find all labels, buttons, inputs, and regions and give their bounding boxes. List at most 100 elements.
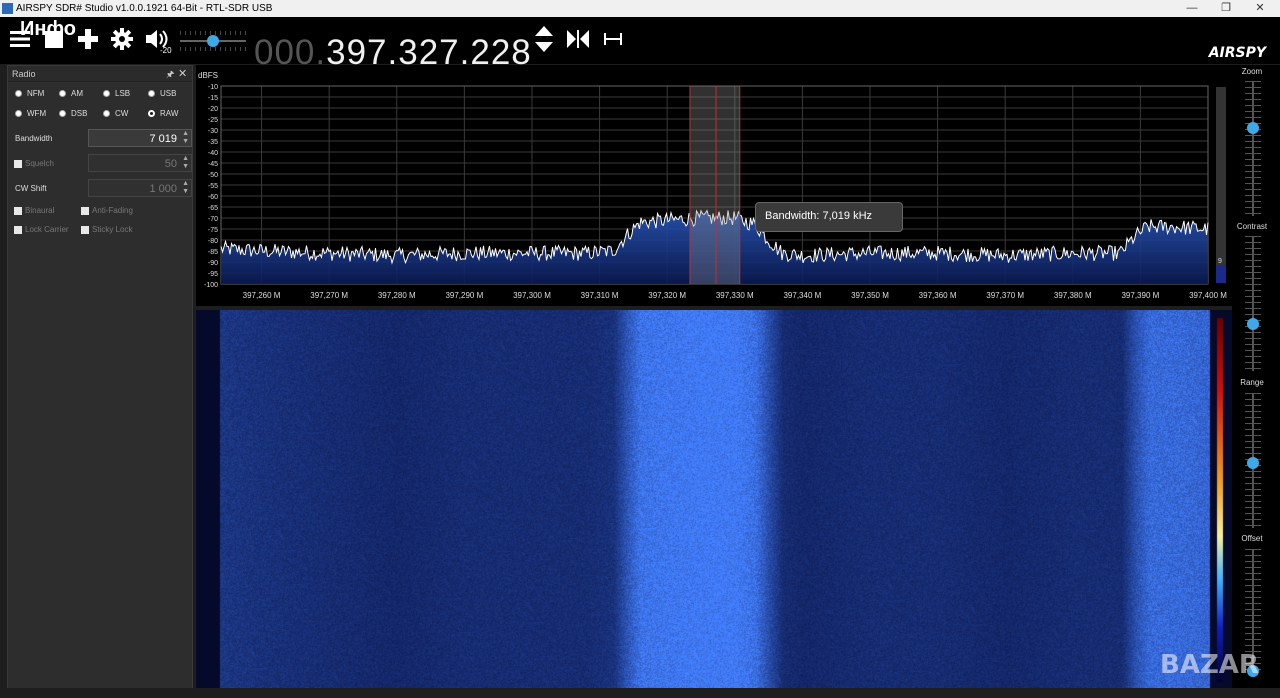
y-tick-label: -25 [208,117,218,124]
contrast-label: Contrast [1236,222,1268,231]
squelch-checkbox-box[interactable] [14,159,22,168]
minimize-button[interactable]: — [1177,0,1207,17]
mode-radio-raw[interactable]: RAW [148,109,178,118]
waterfall-display[interactable] [196,310,1232,688]
mode-radio-cw[interactable]: CW [103,109,128,118]
y-tick-label: -70 [208,216,218,223]
bandwidth-label: Bandwidth [15,134,53,143]
cwshift-value: 1 000 [149,183,177,195]
overlay-text: Инфо [20,18,76,40]
x-tick-label: 397,330 M [716,291,754,300]
maximize-button[interactable]: ❐ [1211,0,1241,17]
span-icon[interactable] [603,23,623,55]
x-tick-label: 397,400 M [1189,291,1227,300]
x-tick-label: 397,300 M [513,291,551,300]
add-icon[interactable] [77,23,99,55]
y-tick-label: -45 [208,161,218,168]
stickylock-label: Sticky Lock [92,225,133,234]
status-bar [0,688,1280,698]
mode-radio-label: NFM [27,89,45,98]
bandwidth-spin-icon[interactable]: ▲ ▼ [182,130,189,146]
center-tuning-icon[interactable] [565,23,591,55]
antifading-checkbox[interactable]: Anti-Fading [81,206,133,215]
spectrum-analyzer[interactable]: dBFS -10 -15 -20 -25 -30 -35 -40 -45 -50 -55 -60 -65… [196,65,1232,306]
mode-radio-dot[interactable] [148,90,155,97]
mode-radio-nfm[interactable]: NFM [15,89,44,98]
pin-icon[interactable]: 🖈 [166,67,174,83]
squelch-input[interactable]: 50 ▲ ▼ [88,154,192,172]
window-title-bar: AIRSPY SDR# Studio v1.0.0.1921 64-Bit - … [0,0,1280,17]
mode-radio-dot[interactable] [59,90,66,97]
contrast-thumb[interactable] [1247,317,1259,330]
binaural-checkbox-box[interactable] [14,206,22,215]
waterfall-canvas[interactable] [196,310,1232,688]
x-tick-label: 397,360 M [919,291,957,300]
radio-panel: Radio 🖈 ✕ NFM AM LSB USB WFM DSB CW RAW Bandwid… [7,65,193,689]
lockcarrier-checkbox[interactable]: Lock Carrier [14,225,69,234]
y-tick-label: -95 [208,271,218,278]
window-title: AIRSPY SDR# Studio v1.0.0.1921 64-Bit - … [16,3,273,14]
bandwidth-tooltip: Bandwidth: 7,019 kHz [755,202,903,232]
mode-radio-dot[interactable] [103,90,110,97]
binaural-checkbox[interactable]: Binaural [14,206,54,215]
radio-panel-title: Radio [12,69,36,79]
mode-radio-dot[interactable] [59,110,66,117]
mode-radio-dot[interactable] [103,110,110,117]
mode-radio-wfm[interactable]: WFM [15,109,46,118]
mode-radio-lsb[interactable]: LSB [103,89,130,98]
close-panel-icon[interactable]: ✕ [178,67,187,80]
x-tick-label: 397,380 M [1054,291,1092,300]
x-tick-label: 397,290 M [445,291,483,300]
zoom-track[interactable] [1252,81,1254,216]
y-tick-label: -100 [204,282,218,289]
close-button[interactable]: ✕ [1245,0,1275,17]
cwshift-input[interactable]: 1 000 ▲ ▼ [88,179,192,197]
spectrum-plot[interactable]: dBFS -10 -15 -20 -25 -30 -35 -40 -45 -50 -55 -60 -65… [196,65,1232,306]
mode-radio-dot[interactable] [15,90,22,97]
mode-radio-dsb[interactable]: DSB [59,109,87,118]
y-tick-label: -35 [208,139,218,146]
contrast-track[interactable] [1252,236,1254,371]
y-tick-label: -75 [208,227,218,234]
binaural-label: Binaural [25,206,55,215]
y-tick-label: -30 [208,128,218,135]
stickylock-checkbox-box[interactable] [81,225,89,234]
x-tick-label: 397,390 M [1121,291,1159,300]
app-icon [2,3,13,14]
y-axis-label: dBFS [198,71,218,80]
spectrum-scrollbar-thumb [1216,265,1226,283]
mode-radio-dot[interactable] [148,110,155,117]
lockcarrier-checkbox-box[interactable] [14,225,22,234]
y-tick-label: -80 [208,238,218,245]
squelch-value: 50 [164,158,177,170]
mode-radio-label: RAW [160,109,179,118]
bandwidth-input[interactable]: 7 019 ▲ ▼ [88,129,192,147]
mode-radio-usb[interactable]: USB [148,89,176,98]
x-tick-label: 397,270 M [310,291,348,300]
cwshift-spin-icon[interactable]: ▲ ▼ [182,180,189,196]
stickylock-checkbox[interactable]: Sticky Lock [81,225,132,234]
range-label: Range [1240,378,1264,387]
tune-up-down-icon[interactable] [533,23,555,55]
squelch-checkbox[interactable]: Squelch [14,159,54,168]
x-tick-label: 397,370 M [986,291,1024,300]
mode-radio-dot[interactable] [15,110,22,117]
gear-icon[interactable] [110,23,134,55]
volume-thumb[interactable] [207,35,219,47]
squelch-spin-icon[interactable]: ▲ ▼ [182,155,189,171]
x-tick-label: 397,350 M [851,291,889,300]
x-tick-label: 397,340 M [783,291,821,300]
y-tick-label: -85 [208,249,218,256]
x-tick-label: 397,320 M [648,291,686,300]
lockcarrier-label: Lock Carrier [25,225,69,234]
volume-slider[interactable] [180,31,246,51]
cwshift-label: CW Shift [15,184,47,193]
mode-radio-label: LSB [115,89,131,98]
mode-radio-label: AM [71,89,83,98]
antifading-label: Anti-Fading [92,206,133,215]
antifading-checkbox-box[interactable] [81,206,89,215]
y-tick-label: -60 [208,194,218,201]
mode-radio-label: CW [115,109,129,118]
y-tick-label: -50 [208,172,218,179]
mode-radio-am[interactable]: AM [59,89,83,98]
